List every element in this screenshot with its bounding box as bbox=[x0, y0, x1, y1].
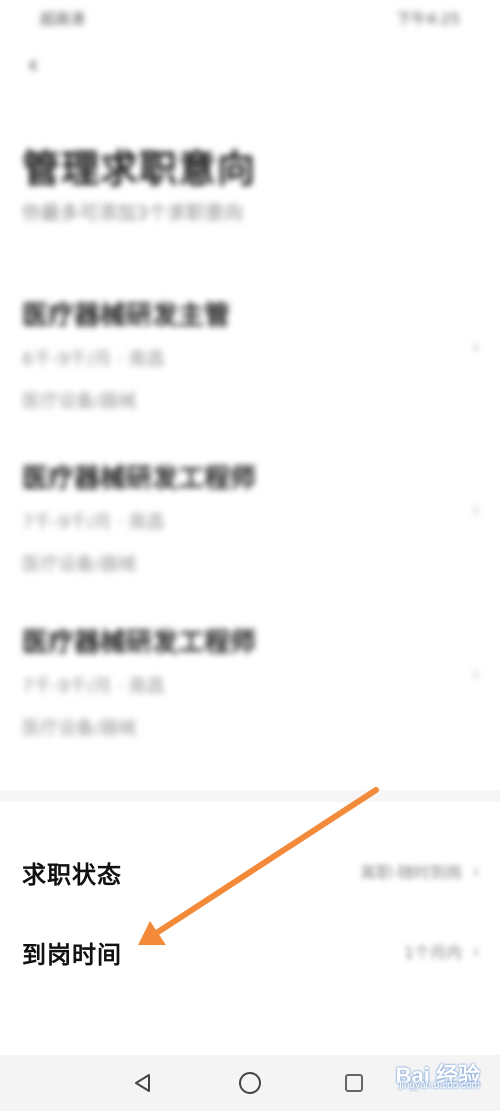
intention-item-3[interactable]: 医疗器械研发工程师 7千-9千/月 · 南昌 医疗设备/器械 › bbox=[22, 622, 480, 752]
job-status-label: 求职状态 bbox=[22, 860, 122, 889]
triangle-back-icon bbox=[135, 1074, 150, 1092]
job-status-row[interactable]: 求职状态 离职-随时到岗 › bbox=[22, 855, 480, 905]
page-subtitle: 你最多可添加3个求职意向 bbox=[22, 202, 244, 224]
intention-salary-location: 6千-9千/月 · 南昌 bbox=[22, 349, 165, 370]
square-recents-icon bbox=[345, 1074, 363, 1092]
back-button[interactable]: ‹ bbox=[18, 50, 48, 80]
intention-title: 医疗器械研发工程师 bbox=[22, 628, 257, 658]
arrival-time-value: 1个月内 bbox=[403, 943, 462, 962]
chevron-right-icon: › bbox=[472, 939, 480, 963]
nav-home-button[interactable] bbox=[236, 1069, 264, 1097]
arrival-time-row[interactable]: 到岗时间 1个月内 › bbox=[22, 935, 480, 985]
circle-home-icon bbox=[239, 1072, 261, 1094]
intention-item-1[interactable]: 医疗器械研发主管 6千-9千/月 · 南昌 医疗设备/器械 › bbox=[22, 295, 480, 425]
status-right-text: 下午4:25 bbox=[396, 9, 460, 28]
intention-title: 医疗器械研发主管 bbox=[22, 301, 231, 331]
job-status-value: 离职-随时到岗 bbox=[360, 863, 462, 882]
intention-industry: 医疗设备/器械 bbox=[22, 554, 137, 575]
intention-item-2[interactable]: 医疗器械研发工程师 7千-9千/月 · 南昌 医疗设备/器械 › bbox=[22, 458, 480, 588]
arrival-time-value-group: 1个月内 › bbox=[404, 939, 480, 963]
nav-recents-button[interactable] bbox=[340, 1069, 368, 1097]
intention-industry: 医疗设备/器械 bbox=[22, 718, 137, 739]
status-left-text: 超高清 bbox=[40, 9, 86, 28]
intention-title: 医疗器械研发工程师 bbox=[22, 464, 257, 494]
nav-back-button[interactable] bbox=[129, 1069, 157, 1097]
chevron-left-icon: ‹ bbox=[27, 50, 39, 80]
chevron-right-icon: › bbox=[471, 335, 480, 360]
watermark-domain: jingyan.baidu.com bbox=[399, 1080, 480, 1091]
arrival-time-label: 到岗时间 bbox=[22, 940, 122, 969]
section-divider bbox=[0, 790, 500, 802]
chevron-right-icon: › bbox=[471, 498, 480, 523]
watermark: Bai 经验 jingyan.baidu.com bbox=[396, 1058, 480, 1091]
intention-industry: 医疗设备/器械 bbox=[22, 391, 137, 412]
chevron-right-icon: › bbox=[472, 859, 480, 883]
status-bar: 超高清 下午4:25 bbox=[0, 0, 500, 36]
chevron-right-icon: › bbox=[471, 662, 480, 687]
intention-salary-location: 7千-9千/月 · 南昌 bbox=[22, 512, 165, 533]
job-status-value-group: 离职-随时到岗 › bbox=[360, 859, 480, 883]
intention-salary-location: 7千-9千/月 · 南昌 bbox=[22, 676, 165, 697]
page-title: 管理求职意向 bbox=[22, 147, 257, 191]
